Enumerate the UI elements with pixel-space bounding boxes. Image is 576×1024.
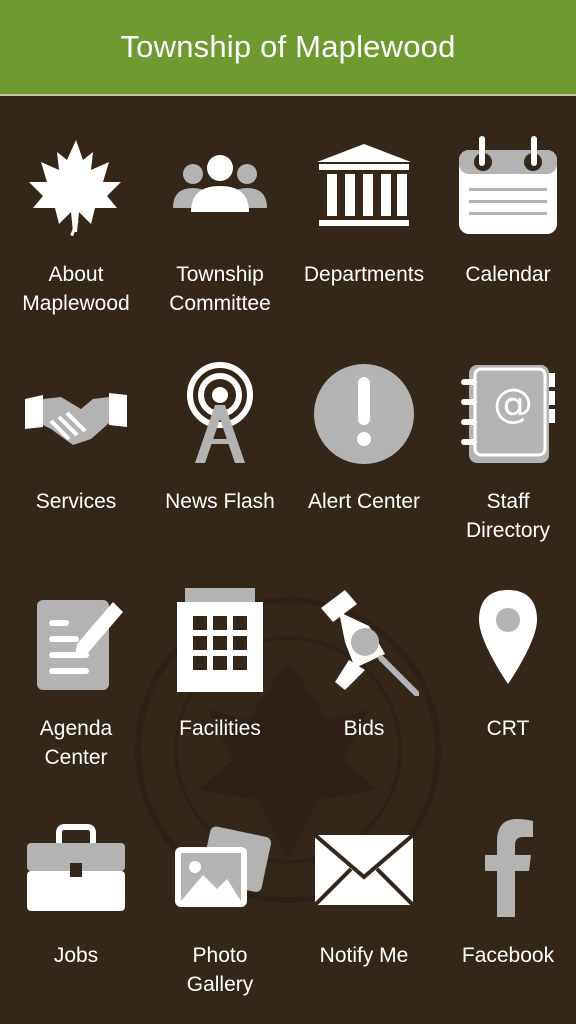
tile-news-flash[interactable]: News Flash [148, 323, 292, 550]
tile-label-line1: Facilities [179, 717, 261, 740]
photo-gallery-icon [175, 826, 272, 907]
tile-crt[interactable]: CRT [436, 550, 576, 777]
tile-label-line2: Directory [465, 519, 550, 542]
calendar-icon [459, 136, 557, 234]
tile-label-line1: About [48, 263, 104, 286]
tile-label-line1: Bids [343, 717, 385, 740]
pushpin-icon [321, 590, 419, 696]
tile-label-line1: Staff [486, 490, 530, 513]
briefcase-icon [27, 824, 125, 911]
tile-label-line1: Township [176, 263, 264, 286]
alert-icon [314, 364, 414, 464]
people-icon [173, 155, 267, 212]
tile-notify-me[interactable]: Notify Me [292, 777, 436, 1004]
broadcast-tower-icon [187, 362, 253, 463]
tile-alert-center[interactable]: Alert Center [292, 323, 436, 550]
tile-photo-gallery[interactable]: Photo Gallery [148, 777, 292, 1004]
tile-jobs[interactable]: Jobs [4, 777, 148, 1004]
facebook-icon [485, 819, 533, 917]
building-icon [317, 144, 411, 226]
facilities-grid-icon [177, 588, 263, 692]
address-book-icon: @ [461, 365, 555, 463]
tile-label-line2: Gallery [186, 973, 254, 996]
tile-facilities[interactable]: Facilities [148, 550, 292, 777]
tile-calendar[interactable]: Calendar [436, 96, 576, 323]
svg-text:@: @ [493, 381, 533, 427]
tile-label-line1: Services [35, 490, 117, 513]
tile-departments[interactable]: Departments [292, 96, 436, 323]
maple-leaf-icon [29, 140, 121, 237]
tile-label-line1: Agenda [39, 717, 113, 740]
envelope-icon [313, 833, 415, 907]
tile-staff-directory[interactable]: @ Staff Directory [436, 323, 576, 550]
app-title: Township of Maplewood [120, 29, 456, 64]
tile-label-line1: News Flash [165, 490, 275, 513]
tile-label-line1: Facebook [461, 944, 555, 967]
tile-services[interactable]: Services [4, 323, 148, 550]
tile-label-line1: CRT [486, 717, 530, 740]
tile-label-line1: Jobs [53, 944, 99, 967]
tile-township-committee[interactable]: Township Committee [148, 96, 292, 323]
map-pin-icon [479, 590, 537, 684]
tile-label-line2: Committee [169, 292, 271, 315]
tile-agenda-center[interactable]: Agenda Center [4, 550, 148, 777]
tile-label-line1: Departments [303, 263, 425, 286]
menu-grid: About Maplewood Township Committee Depar… [0, 96, 576, 1024]
tile-label-line1: Photo [192, 944, 248, 967]
document-edit-icon [37, 600, 123, 690]
tile-facebook[interactable]: Facebook [436, 777, 576, 1004]
tile-label-line1: Alert Center [307, 490, 421, 513]
tile-label-line2: Center [44, 746, 108, 769]
app-header: Township of Maplewood [0, 0, 576, 96]
tile-label-line1: Notify Me [319, 944, 409, 967]
tile-label-line1: Calendar [465, 263, 551, 286]
tile-bids[interactable]: Bids [292, 550, 436, 777]
handshake-icon [25, 393, 127, 445]
tile-about-maplewood[interactable]: About Maplewood [4, 96, 148, 323]
tile-label-line2: Maplewood [22, 292, 130, 315]
